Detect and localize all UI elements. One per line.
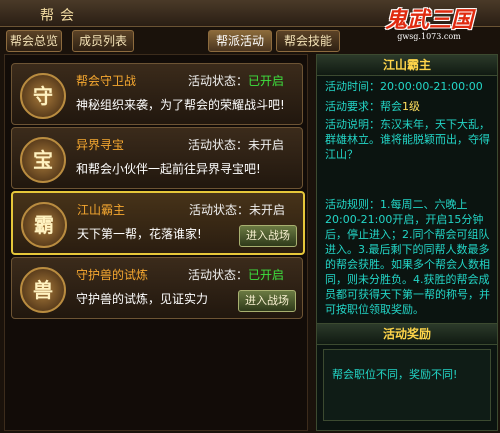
detail-requirement-value: 1级 bbox=[402, 100, 420, 113]
activity-card-guild-defense[interactable]: 守 帮会守卫战 活动状态： 已开启 神秘组织来袭，为了帮会的荣耀战斗吧! bbox=[11, 63, 303, 125]
status-label: 活动状态： bbox=[188, 74, 249, 88]
activity-detail-panel: 江山霸主 活动时间：20:00:00-21:00:00 活动要求：帮会1级 活动… bbox=[316, 54, 498, 431]
tab-activities[interactable]: 帮派活动 bbox=[208, 30, 272, 52]
status-label: 活动状态： bbox=[189, 203, 250, 217]
guardian-beast-icon: 兽 bbox=[20, 267, 66, 313]
activity-desc: 守护兽的试炼，见证实力 bbox=[76, 292, 209, 306]
status-label: 活动状态： bbox=[188, 268, 249, 282]
activity-card-guardian-beast[interactable]: 兽 守护兽的试炼 活动状态： 已开启 守护兽的试炼，见证实力 进入战场 bbox=[11, 257, 303, 319]
activity-name: 江山霸主 bbox=[77, 203, 126, 217]
shield-guard-icon: 守 bbox=[20, 73, 66, 119]
activity-card-treasure[interactable]: 宝 异界寻宝 活动状态： 未开启 和帮会小伙伴一起前往异界寻宝吧! bbox=[11, 127, 303, 189]
window-title: 帮会 bbox=[40, 8, 80, 24]
activity-name: 异界寻宝 bbox=[76, 138, 125, 152]
dragon-throne-icon: 霸 bbox=[21, 202, 67, 248]
activity-card-jiangshan[interactable]: 霸 江山霸主 活动状态： 未开启 天下第一帮，花落谁家! 进入战场 bbox=[11, 191, 305, 255]
status-value: 已开启 bbox=[248, 268, 285, 282]
detail-time-value: 20:00:00-21:00:00 bbox=[380, 80, 483, 93]
tab-members[interactable]: 成员列表 bbox=[72, 30, 134, 52]
logo-url: gwsg.1073.com bbox=[397, 32, 461, 41]
reward-title: 活动奖励 bbox=[317, 323, 497, 345]
detail-requirement: 活动要求：帮会1级 bbox=[325, 99, 493, 114]
activity-desc: 和帮会小伙伴一起前往异界寻宝吧! bbox=[76, 162, 261, 176]
detail-title: 江山霸主 bbox=[317, 55, 497, 76]
status-value: 未开启 bbox=[249, 203, 286, 217]
treasure-icon: 宝 bbox=[20, 137, 66, 183]
activity-list: 守 帮会守卫战 活动状态： 已开启 神秘组织来袭，为了帮会的荣耀战斗吧! 宝 异… bbox=[4, 54, 308, 431]
enter-battle-button[interactable]: 进入战场 bbox=[238, 290, 296, 312]
game-logo: 鬼武三国 gwsg.1073.com bbox=[364, 2, 494, 46]
activity-name: 帮会守卫战 bbox=[76, 74, 137, 88]
detail-time-label: 活动时间： bbox=[325, 80, 380, 93]
status-value: 未开启 bbox=[248, 138, 285, 152]
detail-time: 活动时间：20:00:00-21:00:00 bbox=[325, 79, 493, 94]
status-value: 已开启 bbox=[248, 74, 285, 88]
tab-skills[interactable]: 帮会技能 bbox=[276, 30, 340, 52]
detail-requirement-label: 活动要求：帮会 bbox=[325, 100, 402, 113]
activity-desc: 神秘组织来袭，为了帮会的荣耀战斗吧! bbox=[76, 98, 285, 112]
detail-description: 活动说明：东汉末年，天下大乱，群雄林立。谁将能脱颖而出，夺得江山？ bbox=[325, 118, 490, 161]
detail-rules: 活动规则：1.每周二、六晚上20:00-21:00开启，开启15分钟后，停止进入… bbox=[325, 198, 490, 316]
reward-text: 帮会职位不同，奖励不同! bbox=[332, 368, 458, 381]
activity-desc: 天下第一帮，花落谁家! bbox=[77, 227, 202, 241]
reward-box: 帮会职位不同，奖励不同! bbox=[323, 349, 491, 421]
tab-overview[interactable]: 帮会总览 bbox=[6, 30, 62, 52]
enter-battle-button[interactable]: 进入战场 bbox=[239, 225, 297, 247]
activity-name: 守护兽的试炼 bbox=[76, 268, 149, 282]
logo-text: 鬼武三国 bbox=[384, 7, 473, 33]
status-label: 活动状态： bbox=[188, 138, 249, 152]
